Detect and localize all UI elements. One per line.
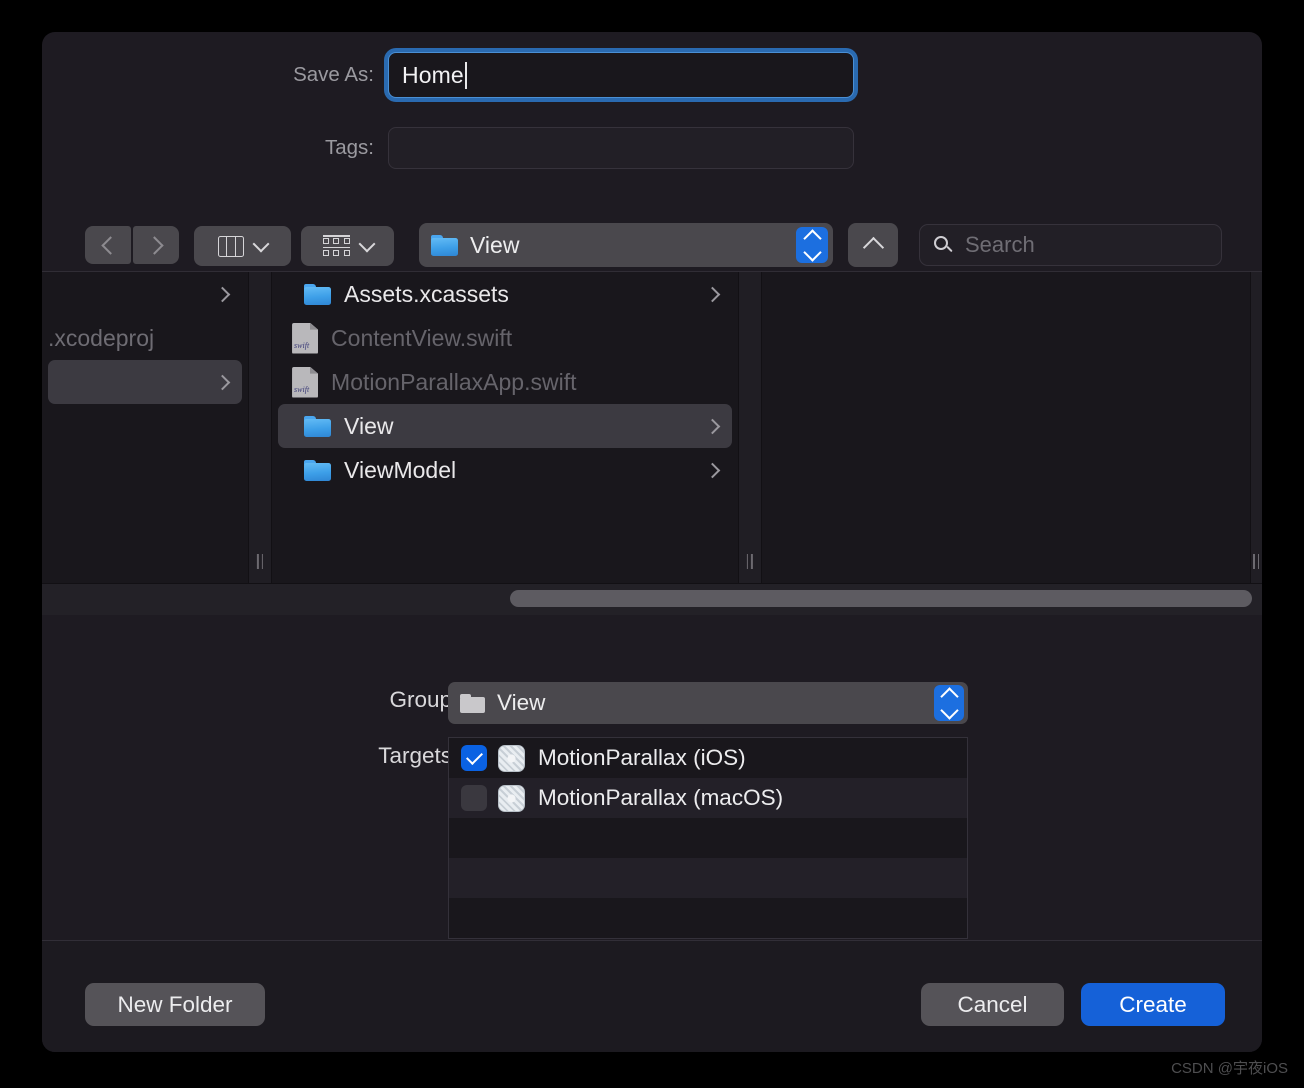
text-caret [464,61,467,89]
list-item[interactable]: .xcodeproj [48,316,242,360]
chevron-down-icon [252,235,270,252]
watermark: CSDN @宇夜iOS [1171,1060,1288,1077]
cancel-button[interactable]: Cancel [921,983,1064,1026]
list-item[interactable]: Assets.xcassets [278,272,732,316]
screen: Save As: Home Tags: View Search .xcodepr… [0,0,1304,1088]
horizontal-scrollbar[interactable] [42,583,1262,617]
save-as-label: Save As: [293,63,374,86]
search-input[interactable]: Search [919,224,1222,266]
checkmark-icon [465,748,483,765]
target-label: MotionParallax (iOS) [538,745,746,770]
target-row[interactable]: MotionParallax (iOS) [449,738,967,778]
list-item-label: ViewModel [344,456,457,483]
enclosing-folder-button[interactable] [848,223,898,267]
chevron-right-icon [704,462,720,478]
save-as-input[interactable]: Home [388,52,854,98]
new-folder-button[interactable]: New Folder [85,983,265,1026]
group-stepper[interactable] [934,685,964,721]
save-as-value: Home [402,61,464,88]
stepper-down-icon [802,242,822,262]
divider-grip-icon [256,554,264,569]
list-item[interactable] [48,360,243,404]
list-item-label: MotionParallaxApp.swift [331,368,577,395]
file-browser: .xcodeproj Assets.xcassets swift Content… [42,271,1262,584]
create-button[interactable]: Create [1081,983,1225,1026]
chevron-up-icon [862,236,884,259]
group-label: Group [389,687,452,712]
column-divider[interactable] [1250,272,1262,584]
blue-folder-icon [304,415,332,437]
search-placeholder: Search [965,232,1035,257]
scrollbar-thumb[interactable] [510,590,1252,607]
group-popup-button[interactable]: View [448,682,968,724]
target-label: MotionParallax (macOS) [538,785,784,810]
bottom-bar: New Folder Cancel Create [42,941,1262,1052]
path-popup-button[interactable]: View [419,223,833,267]
target-app-icon [498,744,525,772]
browser-column-2[interactable]: Assets.xcassets swift ContentView.swift … [272,272,738,584]
list-item-label: Assets.xcassets [344,280,509,307]
tags-input[interactable] [388,127,854,169]
target-app-icon [498,784,525,812]
list-item[interactable]: swift ContentView.swift [278,316,732,360]
column-divider[interactable] [737,272,762,584]
target-row-empty [449,818,967,858]
group-by-icon [322,235,350,257]
tags-row: Tags: [42,120,1262,176]
tags-label: Tags: [325,136,374,159]
chevron-down-icon [358,235,375,252]
targets-list[interactable]: MotionParallax (iOS) MotionParallax (mac… [448,737,968,939]
target-checkbox[interactable] [461,745,487,771]
path-popup-value: View [470,231,520,258]
column-divider[interactable] [248,272,273,584]
swift-file-icon: swift [292,322,319,354]
swift-file-icon: swift [292,366,319,398]
list-item-label: View [344,412,394,439]
back-button[interactable] [85,226,131,264]
targets-label: Targets [378,743,452,768]
folder-icon [460,693,485,713]
search-icon [934,235,953,255]
accessory-view: Group View Targets MotionParallax (iOS) … [42,615,1262,940]
stepper-down-icon [939,700,959,720]
group-value: View [497,690,546,715]
toolbar: View Search [42,185,1262,267]
chevron-right-icon [214,286,231,302]
chevron-left-icon [100,235,120,255]
view-mode-button[interactable] [194,226,291,266]
path-stepper[interactable] [796,227,828,263]
chevron-right-icon [144,235,164,255]
target-row-empty [449,898,967,938]
blue-folder-icon [431,234,458,256]
chevron-right-icon [704,286,720,302]
column-view-icon [218,235,244,257]
save-as-row: Save As: Home [42,44,1262,106]
target-checkbox[interactable] [461,785,487,811]
target-row-empty [449,858,967,898]
list-item[interactable]: swift MotionParallaxApp.swift [278,360,732,404]
forward-button[interactable] [133,226,179,264]
chevron-right-icon [704,418,720,434]
save-panel-dialog: Save As: Home Tags: View Search .xcodepr… [42,32,1262,1052]
blue-folder-icon [304,459,332,481]
list-item[interactable]: ViewModel [278,448,732,492]
list-item-selected[interactable]: View [278,404,732,448]
browser-column-3[interactable] [761,272,1250,584]
blue-folder-icon [304,283,332,305]
list-item-label: ContentView.swift [331,324,513,351]
list-item-label: .xcodeproj [48,324,155,351]
list-item[interactable] [48,272,242,316]
divider-grip-icon [1253,554,1260,569]
divider-grip-icon [746,554,753,569]
target-row[interactable]: MotionParallax (macOS) [449,778,967,818]
chevron-right-icon [214,374,231,390]
browser-column-1[interactable]: .xcodeproj [42,272,249,584]
group-mode-button[interactable] [301,226,394,266]
